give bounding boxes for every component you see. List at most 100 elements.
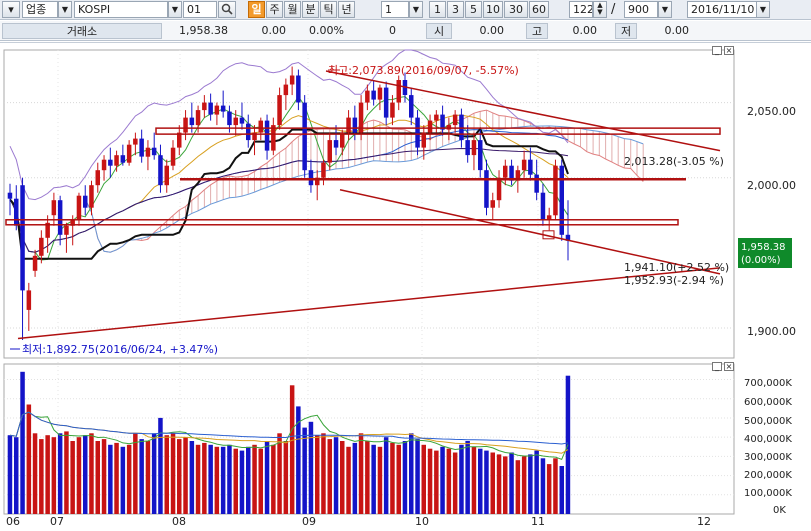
interval-dropdown-arrow-icon[interactable]: ▼ <box>409 1 423 18</box>
volume-bar <box>503 456 508 514</box>
volume-bar <box>264 441 270 514</box>
candle-body <box>151 147 157 156</box>
volume-bar <box>139 439 144 514</box>
volume-pane-close-button[interactable]: × <box>724 362 734 371</box>
candle-body <box>327 140 332 163</box>
candle-body <box>258 120 263 133</box>
menu-dropdown-button[interactable]: ▾ <box>2 1 20 18</box>
minute-button-3[interactable]: 3 <box>447 1 464 18</box>
candle-body <box>396 80 401 103</box>
index-dropdown-arrow-icon[interactable]: ▼ <box>168 1 182 18</box>
volume-bar <box>189 441 195 514</box>
volume-bar <box>32 433 38 514</box>
interval-select[interactable]: 1 <box>381 1 409 18</box>
trade-volume: 0 <box>389 24 396 37</box>
candle-body <box>202 102 207 111</box>
index-input[interactable]: KOSPI <box>74 1 168 18</box>
search-button[interactable] <box>218 1 236 18</box>
period-tab-tick[interactable]: 틱 <box>320 1 337 18</box>
candle-body <box>277 95 282 126</box>
candle-body <box>377 87 383 100</box>
volume-pane-minimize-button[interactable]: _ <box>712 362 722 371</box>
candle-body <box>490 200 495 208</box>
candle-body <box>208 102 213 115</box>
minute-button-60[interactable]: 60 <box>529 1 549 18</box>
volume-bar <box>528 454 533 514</box>
volume-bar <box>302 427 307 514</box>
volume-bar <box>208 444 213 514</box>
chart-area[interactable]: 2,050.00 2,000.00 1,900.00 1,958.38 (0.0… <box>0 42 811 528</box>
candle-body <box>452 114 458 126</box>
market-select[interactable]: 업종 <box>22 1 58 18</box>
volume-bar <box>421 444 426 514</box>
volume-bar <box>358 433 364 514</box>
candle-body <box>521 159 527 171</box>
period-tab-year[interactable]: 년 <box>338 1 355 18</box>
high-annotation: 최고:2,073.89(2016/09/07, -5.57%) <box>328 64 519 77</box>
volume-bar <box>258 448 263 514</box>
candle-body <box>308 170 314 186</box>
candle-body <box>383 87 389 118</box>
count-input[interactable]: 122 <box>569 1 593 18</box>
volume-bar <box>478 448 483 514</box>
pane-close-button[interactable]: × <box>724 46 734 55</box>
volume-bar <box>396 444 401 514</box>
volume-bar <box>95 441 100 514</box>
candle-body <box>189 117 195 126</box>
volume-bar <box>164 435 169 514</box>
total-count-input[interactable]: 900 <box>624 1 658 18</box>
candle-body <box>89 185 94 208</box>
volume-bar <box>83 435 88 514</box>
volume-bar <box>89 433 94 514</box>
volume-bar <box>452 452 458 514</box>
volume-bar <box>64 431 69 514</box>
month-label: 06 <box>6 515 20 528</box>
minute-button-10[interactable]: 10 <box>483 1 503 18</box>
candle-body <box>101 159 107 171</box>
low-annotation: 최저:1,892.75(2016/06/24, +3.47%) <box>22 343 218 356</box>
code-input[interactable]: 01 <box>183 1 217 18</box>
volume-bar <box>540 458 546 514</box>
period-tab-week[interactable]: 주 <box>266 1 283 18</box>
volume-bar <box>490 452 495 514</box>
minute-button-1[interactable]: 1 <box>429 1 446 18</box>
period-tab-minute[interactable]: 분 <box>302 1 319 18</box>
candle-body <box>440 114 445 130</box>
minute-button-5[interactable]: 5 <box>465 1 482 18</box>
month-label: 10 <box>415 515 429 528</box>
volume-bar <box>390 442 395 514</box>
volume-bar <box>108 444 113 514</box>
volume-bar <box>151 433 157 514</box>
period-tab-month[interactable]: 월 <box>284 1 301 18</box>
volume-bar <box>246 446 251 514</box>
period-tab-day[interactable]: 일 <box>248 1 265 18</box>
volume-bar <box>158 417 163 514</box>
candle-body <box>76 195 82 220</box>
candle-body <box>478 140 483 171</box>
minute-button-30[interactable]: 30 <box>504 1 528 18</box>
candle-body <box>145 147 151 157</box>
candle-body <box>139 138 144 157</box>
candle-body <box>20 185 25 291</box>
open-label: 시 <box>426 23 452 39</box>
volume-bar <box>333 437 339 514</box>
volume-bar <box>365 441 370 514</box>
month-label: 09 <box>302 515 316 528</box>
price-change: 0.00 <box>261 24 287 37</box>
total-dropdown-arrow-icon[interactable]: ▼ <box>658 1 672 18</box>
candle-body <box>39 237 44 256</box>
volume-axis-label: 400,000K <box>744 434 792 445</box>
candle-body <box>540 192 546 220</box>
candle-body <box>471 140 477 156</box>
count-spinner-icon[interactable]: ▲ ▼ <box>593 1 607 18</box>
candle-body <box>302 102 307 171</box>
price-axis-label-2000: 2,000.00 <box>747 179 796 192</box>
date-dropdown-arrow-icon[interactable]: ▼ <box>756 1 770 18</box>
candle-body <box>289 75 295 85</box>
candle-body <box>227 111 232 126</box>
date-input[interactable]: 2016/11/10 <box>687 1 757 18</box>
volume-bar <box>509 452 514 514</box>
candlestick-chart[interactable]: 2,050.00 2,000.00 1,900.00 1,958.38 (0.0… <box>0 43 811 528</box>
market-dropdown-arrow-icon[interactable]: ▼ <box>58 1 72 18</box>
pane-minimize-button[interactable]: _ <box>712 46 722 55</box>
